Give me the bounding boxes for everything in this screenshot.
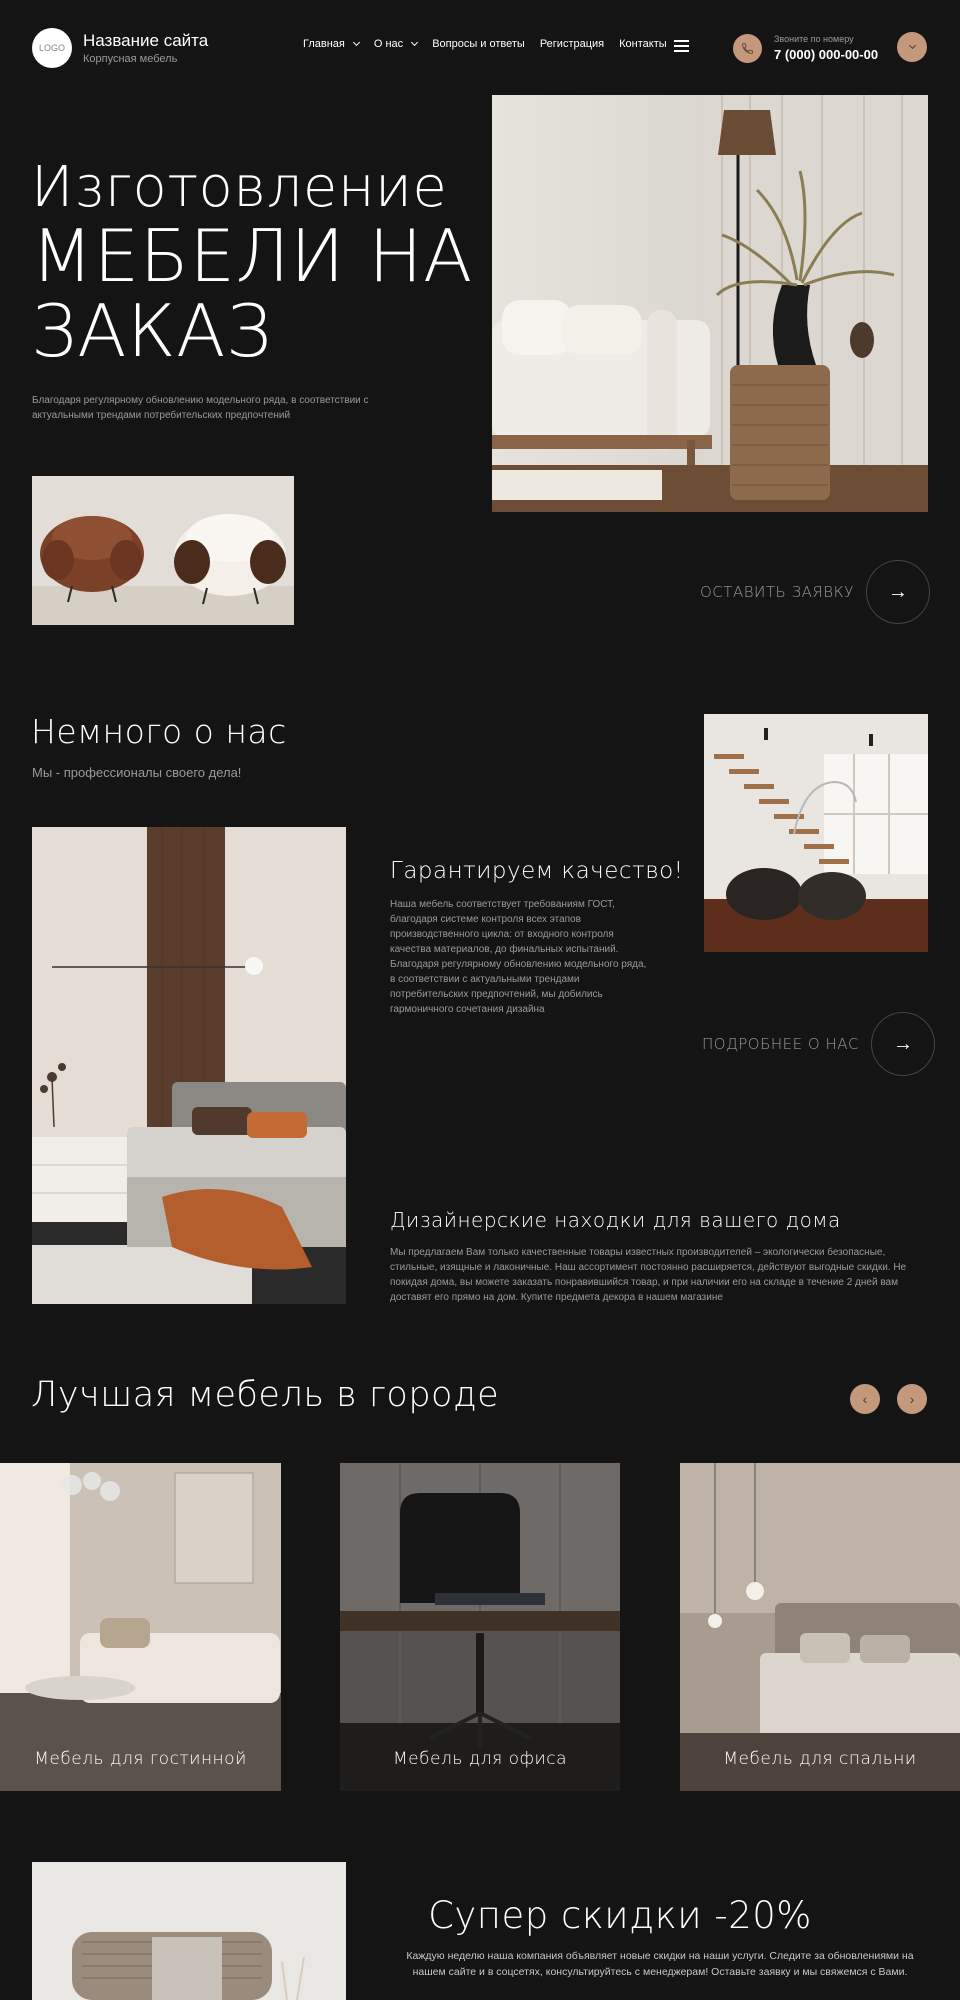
nav-label: Контакты [619, 38, 667, 50]
contacts-dropdown-button[interactable] [897, 32, 927, 62]
nav-item-contacts[interactable]: Контакты [619, 38, 667, 50]
phone-icon[interactable] [733, 34, 762, 63]
phone-number[interactable]: 7 (000) 000-00-00 [774, 47, 878, 62]
nav-item-home[interactable]: Главная [303, 38, 360, 50]
quality-text: Наша мебель соответствует требованиям ГО… [390, 899, 647, 1015]
category-card-bedroom[interactable]: Мебель для спальни [680, 1463, 960, 1791]
about-image-bedroom [32, 827, 346, 1304]
category-card-office[interactable]: Мебель для офиса [340, 1463, 620, 1791]
sale-title: Супер скидки -20% [428, 1894, 812, 1937]
slider-next-button[interactable]: › [897, 1384, 927, 1414]
best-furniture-title: Лучшая мебель в городе [31, 1375, 500, 1415]
nav-label: Регистрация [539, 38, 605, 50]
hero-image-sofa [492, 95, 928, 512]
quality-title: Гарантируем качество! [390, 858, 684, 884]
category-card-label: Мебель для спальни [723, 1749, 917, 1769]
sale-text: Каждую неделю наша компания объявляет но… [406, 1950, 914, 1978]
request-cta[interactable]: ОСТАВИТЬ ЗАЯВКУ → [700, 560, 930, 624]
phone-label: Звоните по номеру [774, 34, 854, 44]
hero-image-armchairs [32, 476, 294, 625]
about-subtitle: Мы - профессионалы своего дела! [32, 765, 242, 780]
category-card-label: Мебель для гостинной [34, 1749, 247, 1769]
arrow-right-icon[interactable]: → [865, 560, 930, 624]
request-cta-label: ОСТАВИТЬ ЗАЯВКУ [700, 583, 854, 601]
category-card-label: Мебель для офиса [392, 1749, 567, 1769]
nav-item-registration[interactable]: Регистрация [540, 38, 604, 50]
main-nav: Главная О нас Вопросы и ответы Регистрац… [303, 38, 682, 50]
slider-prev-button[interactable]: ‹ [850, 1384, 880, 1414]
logo[interactable]: LOGO [32, 28, 72, 68]
hero-description: Благодаря регулярному обновлению модельн… [32, 395, 369, 421]
nav-label: О нас [373, 38, 404, 50]
site-title[interactable]: Название сайта [83, 31, 208, 51]
about-more-cta[interactable]: ПОДРОБНЕЕ О НАС → [702, 1012, 935, 1076]
about-title: Немного о нас [31, 712, 287, 751]
category-card-living-room[interactable]: Мебель для гостинной [0, 1463, 281, 1791]
chevron-down-icon [411, 38, 419, 47]
nav-label: Вопросы и ответы [432, 38, 525, 50]
menu-icon[interactable] [674, 40, 689, 52]
chevron-down-icon [908, 41, 916, 50]
logo-text: LOGO [38, 43, 65, 53]
hero-title-line2: МЕБЕЛИ НА [31, 214, 473, 298]
sale-image [32, 1862, 346, 2000]
design-title: Дизайнерские находки для вашего дома [390, 1208, 841, 1232]
about-image-stairs [704, 714, 928, 952]
hero-title-line1: Изготовление [31, 155, 448, 220]
site-subtitle: Корпусная мебель [83, 53, 178, 65]
nav-label: Главная [303, 38, 345, 50]
design-text: Мы предлагаем Вам только качественные то… [390, 1247, 907, 1303]
hero-title-line3: ЗАКАЗ [31, 289, 273, 373]
chevron-down-icon [352, 38, 360, 47]
nav-item-faq[interactable]: Вопросы и ответы [432, 38, 525, 50]
about-more-label: ПОДРОБНЕЕ О НАС [702, 1035, 859, 1053]
nav-item-about[interactable]: О нас [373, 38, 419, 50]
arrow-right-icon[interactable]: → [870, 1012, 935, 1076]
